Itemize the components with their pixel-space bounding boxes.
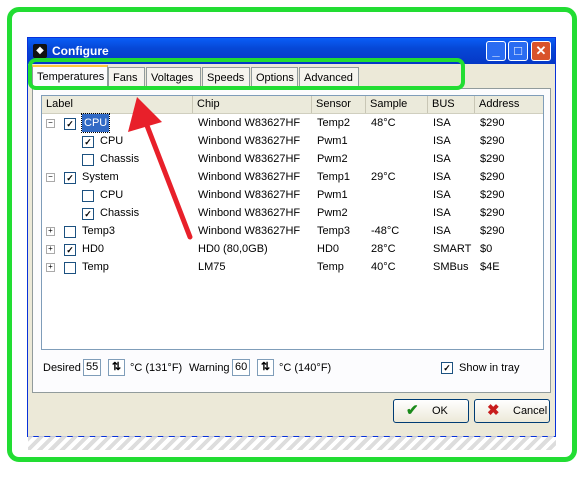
- arrow-head: [128, 97, 162, 132]
- arrow-shaft: [143, 120, 193, 240]
- red-arrow-annotation: [128, 97, 193, 240]
